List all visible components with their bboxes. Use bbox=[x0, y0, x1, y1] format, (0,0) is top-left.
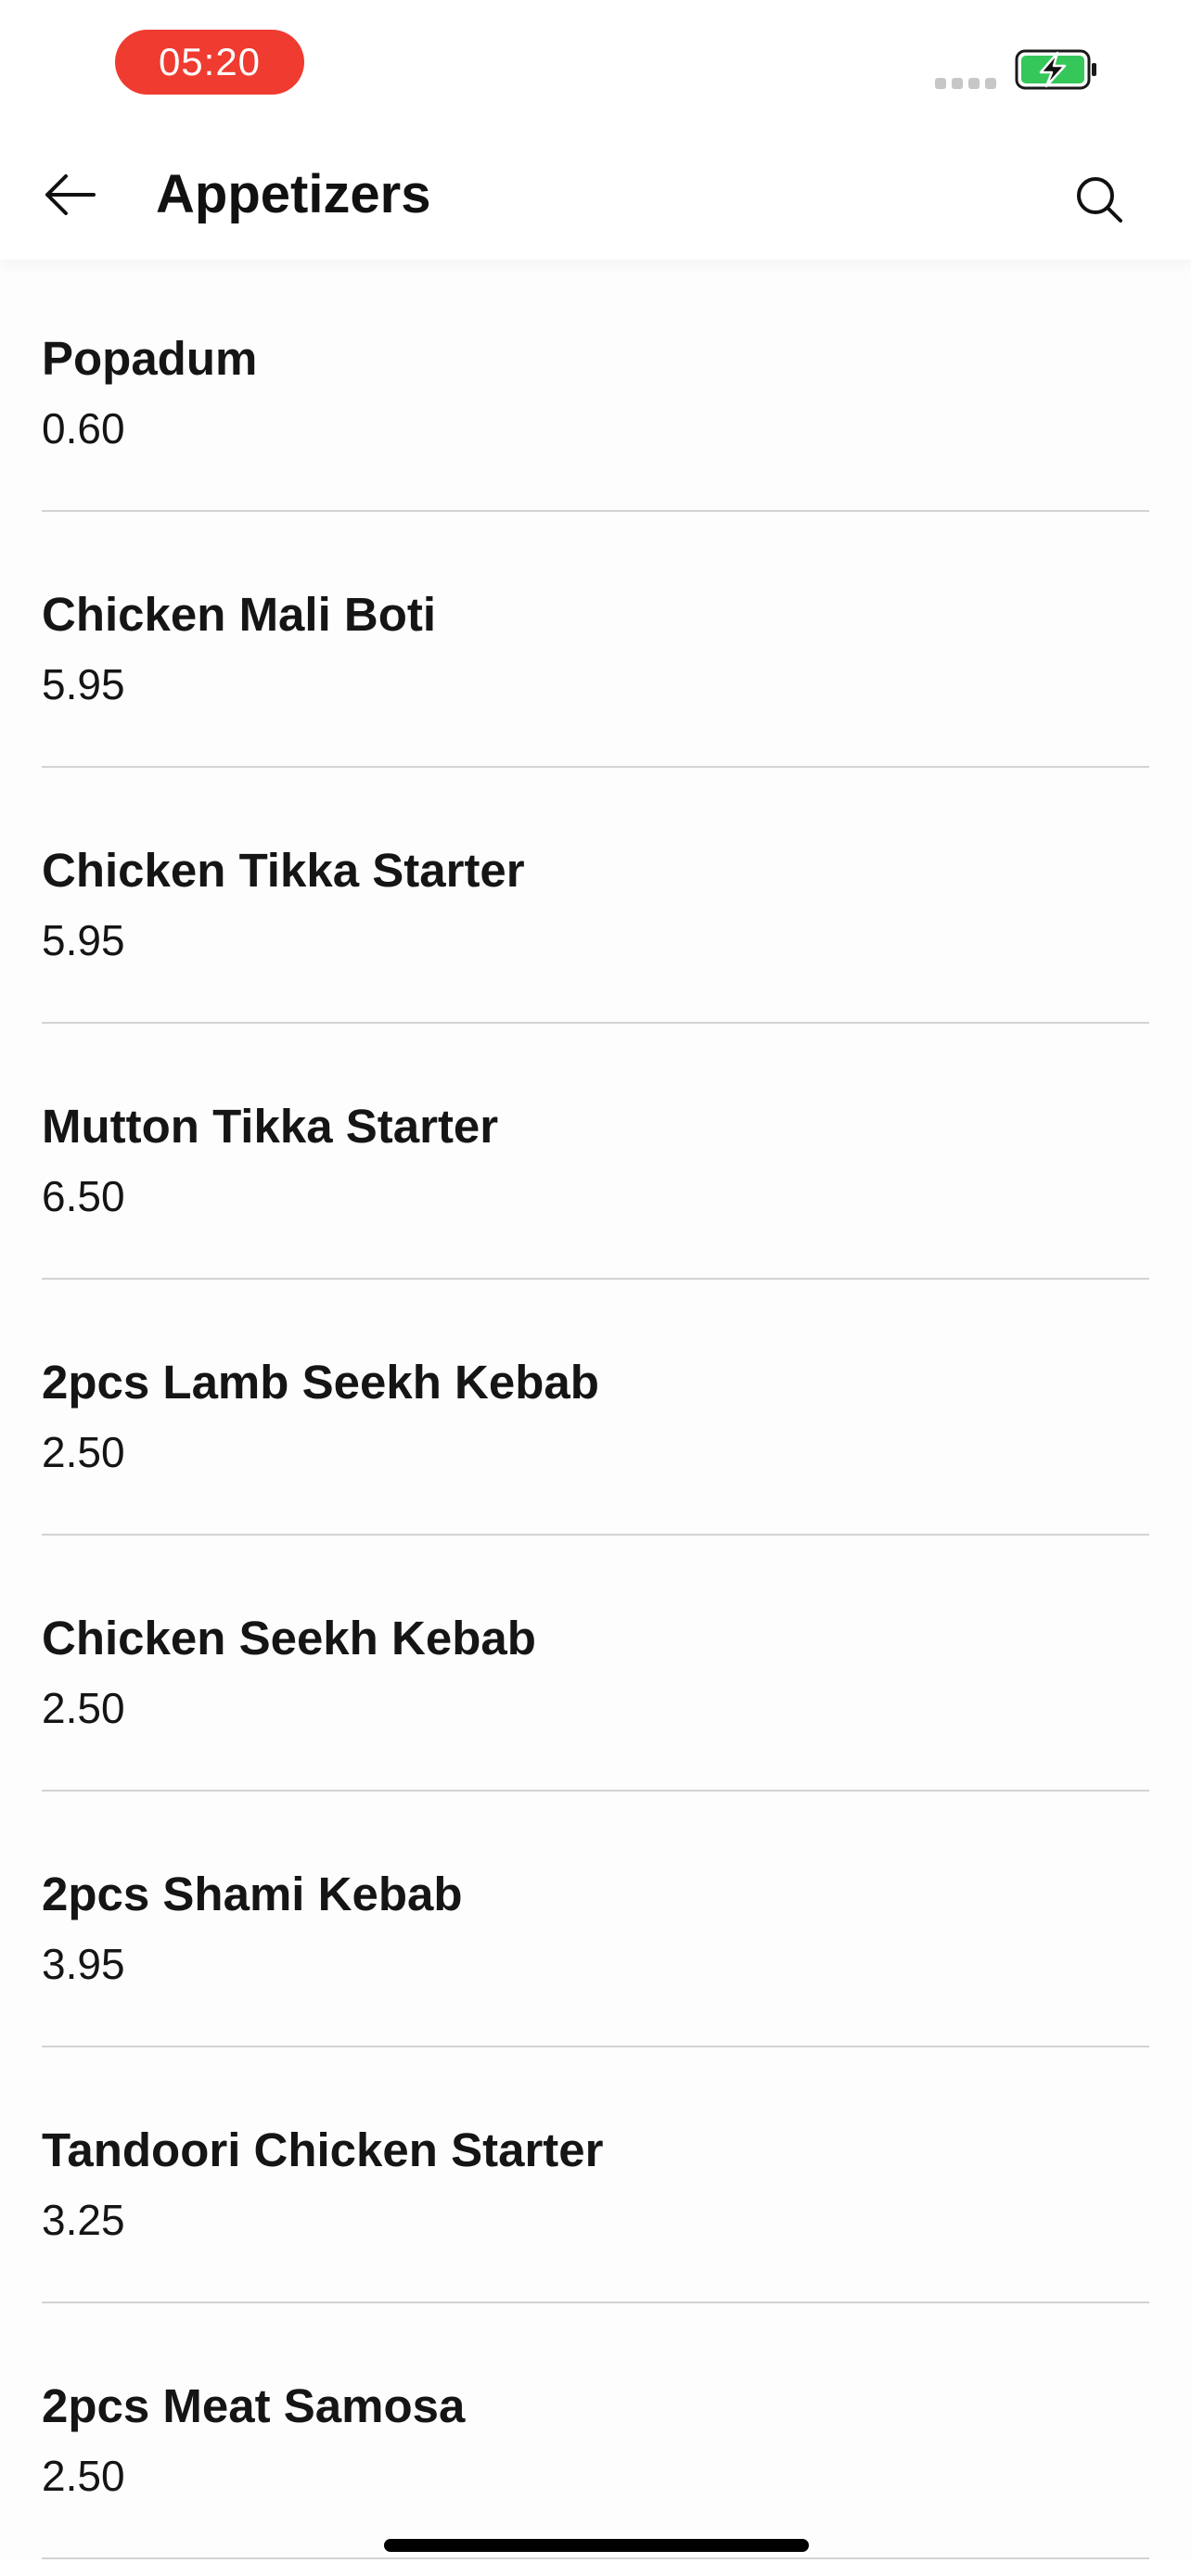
menu-item[interactable]: 2pcs Meat Samosa 2.50 bbox=[0, 2303, 1191, 2559]
menu-item-price: 2.50 bbox=[42, 2452, 125, 2500]
menu-item[interactable]: 2pcs Lamb Seekh Kebab 2.50 bbox=[0, 1280, 1191, 1536]
menu-item[interactable]: Mutton Tikka Starter 6.50 bbox=[0, 1024, 1191, 1280]
menu-item-name: Chicken Tikka Starter bbox=[42, 844, 525, 897]
menu-item-price: 3.25 bbox=[42, 2196, 125, 2244]
divider bbox=[42, 2557, 1149, 2559]
navigation-bar: Appetizers bbox=[0, 130, 1191, 260]
menu-item-price: 6.50 bbox=[42, 1172, 125, 1220]
menu-item-name: Popadum bbox=[42, 332, 258, 385]
menu-item-price: 3.95 bbox=[42, 1940, 125, 1988]
menu-item-name: Mutton Tikka Starter bbox=[42, 1100, 499, 1153]
menu-item[interactable]: Chicken Seekh Kebab 2.50 bbox=[0, 1536, 1191, 1792]
menu-item-name: Chicken Seekh Kebab bbox=[42, 1612, 536, 1664]
cellular-signal-icon bbox=[935, 78, 996, 89]
battery-charging-icon bbox=[1015, 49, 1096, 90]
menu-item-price: 0.60 bbox=[42, 404, 125, 453]
menu-item-price: 5.95 bbox=[42, 660, 125, 708]
arrow-left-icon bbox=[45, 174, 96, 215]
menu-item-name: 2pcs Shami Kebab bbox=[42, 1868, 463, 1920]
menu-item-name: 2pcs Lamb Seekh Kebab bbox=[42, 1356, 599, 1409]
home-indicator[interactable] bbox=[384, 2539, 809, 2552]
menu-item-price: 2.50 bbox=[42, 1428, 125, 1476]
back-button[interactable] bbox=[28, 158, 111, 232]
menu-item-list: Popadum 0.60 Chicken Mali Boti 5.95 Chic… bbox=[0, 256, 1191, 2559]
page-title: Appetizers bbox=[156, 164, 431, 224]
menu-item-name: Tandoori Chicken Starter bbox=[42, 2123, 604, 2176]
menu-item[interactable]: Chicken Tikka Starter 5.95 bbox=[0, 768, 1191, 1024]
menu-item[interactable]: Popadum 0.60 bbox=[0, 256, 1191, 512]
menu-item[interactable]: Chicken Mali Boti 5.95 bbox=[0, 512, 1191, 768]
menu-item[interactable]: Tandoori Chicken Starter 3.25 bbox=[0, 2047, 1191, 2303]
search-icon bbox=[1077, 177, 1122, 223]
status-time: 05:20 bbox=[115, 30, 304, 95]
menu-item[interactable]: 2pcs Shami Kebab 3.95 bbox=[0, 1792, 1191, 2047]
search-button[interactable] bbox=[1057, 158, 1141, 241]
menu-item-price: 5.95 bbox=[42, 916, 125, 964]
status-bar: 05:20 bbox=[0, 0, 1191, 130]
menu-item-price: 2.50 bbox=[42, 1684, 125, 1732]
menu-item-name: 2pcs Meat Samosa bbox=[42, 2379, 466, 2432]
menu-item-name: Chicken Mali Boti bbox=[42, 588, 437, 641]
